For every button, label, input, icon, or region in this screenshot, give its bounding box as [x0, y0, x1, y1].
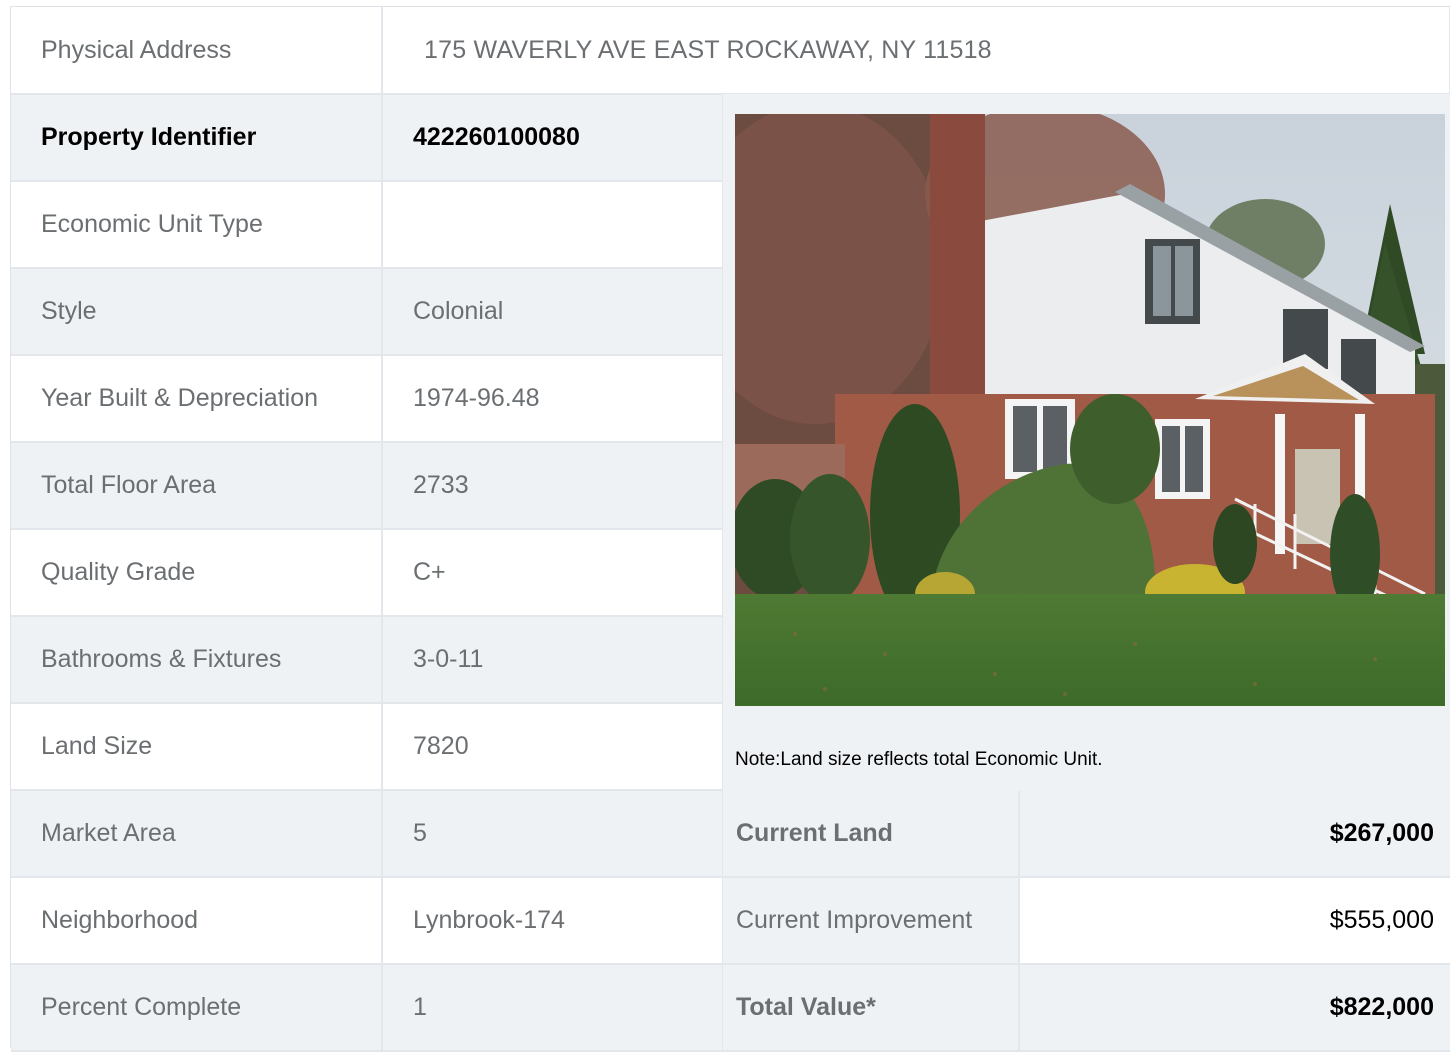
property-record: Physical Address 175 WAVERLY AVE EAST RO…: [10, 6, 1450, 1052]
year-built-label: Year Built & Depreciation: [11, 356, 383, 443]
neighborhood-label: Neighborhood: [11, 878, 383, 965]
current-land-value: $267,000: [1018, 791, 1450, 878]
quality-grade-value: C+: [383, 530, 724, 617]
bathrooms-value: 3-0-11: [383, 617, 724, 704]
land-size-note: Note:Land size reflects total Economic U…: [735, 749, 1103, 770]
market-area-label: Market Area: [11, 791, 383, 878]
house-photo: [735, 114, 1445, 706]
address-value: 175 WAVERLY AVE EAST ROCKAWAY, NY 11518: [383, 7, 1450, 95]
photo-panel: Note:Land size reflects total Economic U…: [723, 94, 1450, 794]
year-built-value: 1974-96.48: [383, 356, 724, 443]
current-land-label: Current Land: [723, 791, 1018, 878]
neighborhood-value: Lynbrook-174: [383, 878, 724, 965]
style-label: Style: [11, 269, 383, 356]
current-improvement-value: $555,000: [1018, 878, 1450, 965]
total-floor-area-label: Total Floor Area: [11, 443, 383, 530]
total-floor-area-value: 2733: [383, 443, 724, 530]
market-area-value: 5: [383, 791, 724, 878]
land-size-label: Land Size: [11, 704, 383, 791]
total-value-label: Total Value*: [723, 965, 1018, 1052]
percent-complete-label: Percent Complete: [11, 965, 383, 1052]
quality-grade-label: Quality Grade: [11, 530, 383, 617]
total-value-value: $822,000: [1018, 965, 1450, 1052]
bathrooms-label: Bathrooms & Fixtures: [11, 617, 383, 704]
land-size-value: 7820: [383, 704, 724, 791]
economic-unit-type-label: Economic Unit Type: [11, 182, 383, 269]
current-improvement-label: Current Improvement: [723, 878, 1018, 965]
percent-complete-value: 1: [383, 965, 724, 1052]
property-identifier-label: Property Identifier: [11, 95, 383, 182]
style-value: Colonial: [383, 269, 724, 356]
address-label: Physical Address: [11, 7, 383, 95]
economic-unit-type-value: [383, 182, 724, 269]
property-identifier-value: 422260100080: [383, 95, 724, 182]
